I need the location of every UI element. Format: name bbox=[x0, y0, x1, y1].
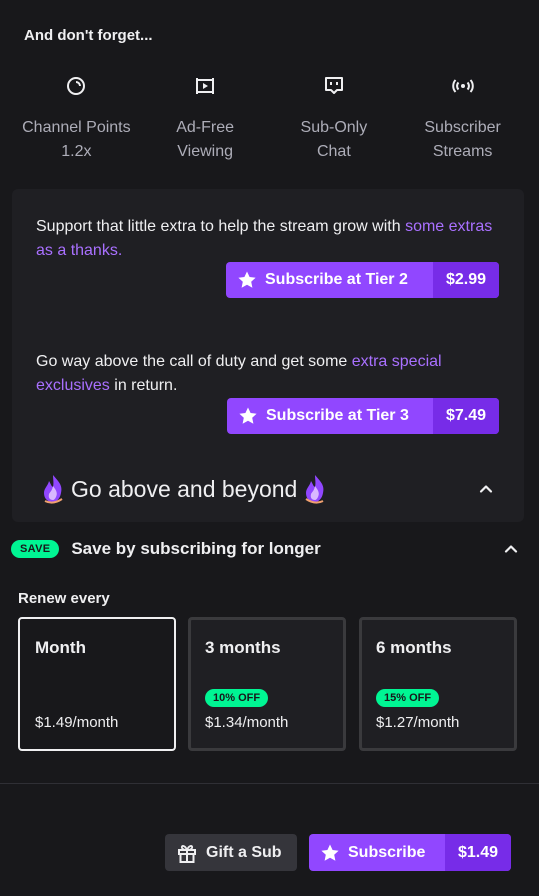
save-title: Save by subscribing for longer bbox=[71, 539, 321, 558]
subscribe-panel: And don't forget... Channel Points 1.2x … bbox=[0, 0, 539, 896]
tier3-text-after: in return. bbox=[109, 377, 178, 394]
subscribe-tier2-price: $2.99 bbox=[432, 262, 499, 298]
subscribe-tier3-main: Subscribe at Tier 3 bbox=[227, 398, 433, 434]
subscribe-button[interactable]: Subscribe $1.49 bbox=[309, 834, 511, 871]
save-badge: SAVE bbox=[11, 540, 60, 558]
benefit-label-line1: Sub-Only bbox=[300, 119, 368, 136]
benefits-list: Channel Points 1.2x Ad-Free Viewing Sub-… bbox=[12, 70, 527, 164]
option-price: $1.27/month bbox=[376, 714, 460, 731]
subscribe-tier2-label: Subscribe at Tier 2 bbox=[265, 271, 408, 288]
tier2-description: Support that little extra to help the st… bbox=[36, 215, 506, 263]
star-icon bbox=[238, 271, 256, 288]
channel-points-icon bbox=[67, 77, 86, 95]
save-section-header[interactable]: SAVE Save by subscribing for longer bbox=[0, 522, 539, 576]
footer-divider bbox=[0, 783, 539, 784]
renew-option-month[interactable]: Month $1.49/month bbox=[18, 617, 176, 751]
benefit-label-line2: Streams bbox=[432, 143, 493, 160]
benefit-label-line2: Viewing bbox=[177, 143, 233, 160]
benefit-label-line1: Channel Points bbox=[22, 119, 131, 136]
discount-badge: 15% OFF bbox=[376, 689, 440, 707]
option-title: 6 months bbox=[376, 638, 452, 657]
benefit-ad-free: Ad-Free Viewing bbox=[141, 70, 270, 164]
benefit-label-line2: 1.2x bbox=[61, 143, 92, 160]
benefit-label-line2: Chat bbox=[316, 143, 351, 160]
renew-every-label: Renew every bbox=[18, 590, 110, 607]
renew-option-3-months[interactable]: 3 months 10% OFF $1.34/month bbox=[188, 617, 346, 751]
benefit-sub-only-chat: Sub-Only Chat bbox=[270, 70, 399, 164]
renew-option-6-months[interactable]: 6 months 15% OFF $1.27/month bbox=[359, 617, 517, 751]
option-price: $1.49/month bbox=[35, 714, 119, 731]
option-title: 3 months bbox=[205, 638, 281, 657]
benefit-label-line1: Subscriber bbox=[424, 119, 501, 136]
chevron-up-icon[interactable] bbox=[478, 481, 494, 497]
chevron-up-icon[interactable] bbox=[503, 541, 519, 557]
purple-flame-icon bbox=[44, 475, 63, 504]
go-above-beyond-title: Go above and beyond bbox=[71, 475, 298, 502]
benefit-label-line1: Ad-Free bbox=[176, 119, 235, 136]
purple-flame-icon bbox=[305, 475, 324, 504]
subscribe-tier3-price: $7.49 bbox=[432, 398, 499, 434]
subscribe-tier2-button[interactable]: Subscribe at Tier 2 $2.99 bbox=[226, 262, 499, 298]
subscribe-tier3-label: Subscribe at Tier 3 bbox=[266, 407, 409, 424]
higher-tiers-card: Support that little extra to help the st… bbox=[12, 189, 524, 522]
subscribe-price: $1.49 bbox=[444, 834, 511, 871]
benefit-channel-points: Channel Points 1.2x bbox=[12, 70, 141, 164]
gift-a-sub-label: Gift a Sub bbox=[206, 843, 282, 861]
benefit-subscriber-streams: Subscriber Streams bbox=[398, 70, 527, 164]
option-title: Month bbox=[35, 638, 86, 657]
star-icon bbox=[321, 844, 339, 861]
tier3-description: Go way above the call of duty and get so… bbox=[36, 350, 506, 398]
gift-a-sub-button[interactable]: Gift a Sub bbox=[165, 834, 297, 871]
broadcast-icon bbox=[451, 79, 474, 93]
benefits-heading: And don't forget... bbox=[24, 27, 153, 44]
tier2-text: Support that little extra to help the st… bbox=[36, 218, 406, 235]
subscribe-tier3-button[interactable]: Subscribe at Tier 3 $7.49 bbox=[227, 398, 499, 434]
subscribe-label: Subscribe bbox=[348, 843, 426, 861]
subscribe-main: Subscribe bbox=[309, 834, 445, 871]
option-price: $1.34/month bbox=[205, 714, 289, 731]
tier3-text: Go way above the call of duty and get so… bbox=[36, 353, 352, 370]
gift-icon bbox=[178, 844, 196, 863]
star-icon bbox=[239, 407, 257, 424]
discount-badge: 10% OFF bbox=[205, 689, 269, 707]
go-above-beyond-toggle[interactable]: Go above and beyond bbox=[36, 471, 506, 507]
ad-free-icon bbox=[196, 78, 215, 94]
subscribe-tier2-main: Subscribe at Tier 2 bbox=[226, 262, 433, 298]
sub-only-chat-icon bbox=[324, 77, 343, 94]
